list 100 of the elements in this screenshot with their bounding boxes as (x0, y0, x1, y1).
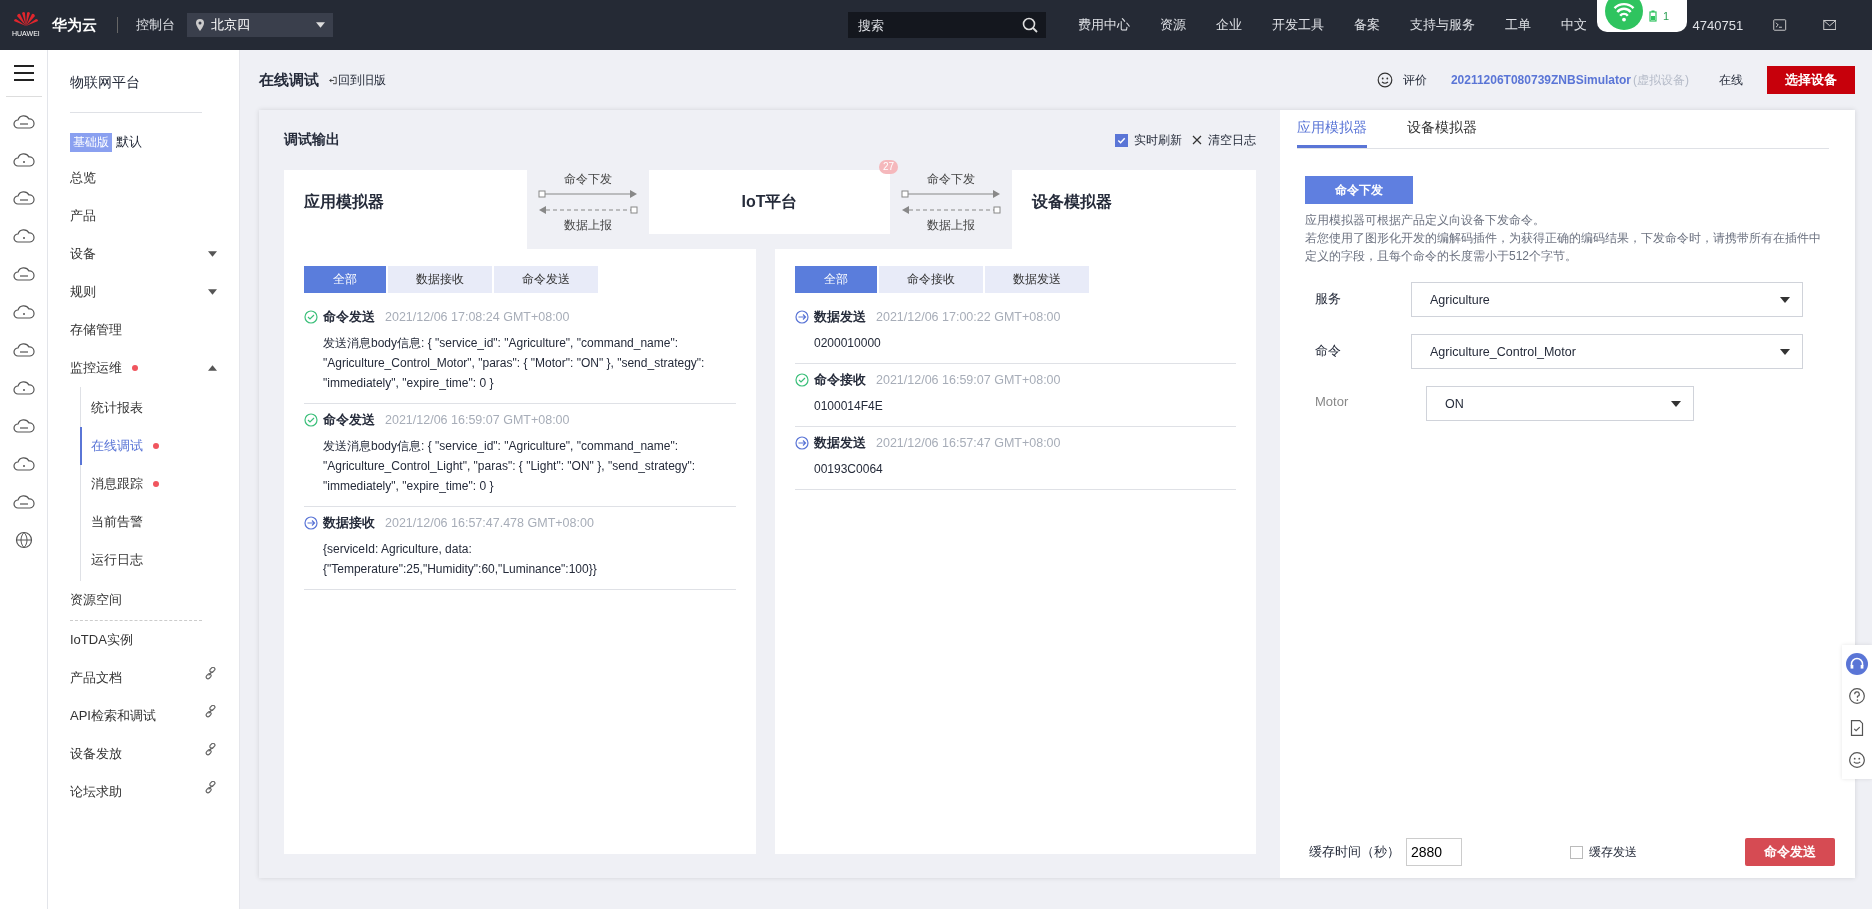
search-field[interactable]: 搜索 (847, 12, 1046, 38)
sidebar-subitem[interactable]: 消息跟踪 (80, 465, 217, 503)
sidebar-item[interactable]: 产品文档 (70, 659, 217, 697)
cloud-icon[interactable] (12, 151, 35, 169)
dropdown[interactable]: Agriculture_Control_Motor (1411, 334, 1803, 369)
clear-log-link[interactable]: 清空日志 (1208, 131, 1256, 149)
sidebar-item[interactable]: 设备 (70, 235, 217, 273)
nav-link[interactable]: 中文 (1560, 16, 1587, 34)
caret-icon (315, 22, 325, 28)
sidebar-item-label: 当前告警 (91, 513, 143, 531)
cloud-icon[interactable] (12, 113, 35, 131)
sidebar-subitem[interactable]: 运行日志 (80, 541, 217, 579)
console-link[interactable]: 控制台 (135, 16, 175, 34)
command-button[interactable]: 命令下发 (1305, 176, 1413, 204)
back-link[interactable]: 回到旧版 (329, 71, 386, 89)
cloud-icon[interactable] (12, 455, 35, 473)
sidebar-item[interactable]: 产品 (70, 197, 217, 235)
sidebar-item-label: 存储管理 (70, 321, 122, 339)
filter-tab[interactable]: 全部 (304, 266, 386, 293)
rate-link[interactable]: 评价 (1402, 71, 1427, 89)
sidebar-item[interactable]: 论坛求助 (70, 773, 217, 811)
sidebar-item[interactable]: API检索和调试 (70, 697, 217, 735)
sidebar-item[interactable]: 规则 (70, 273, 217, 311)
filter-tab[interactable]: 命令接收 (879, 266, 983, 293)
filter-tab[interactable]: 命令发送 (494, 266, 598, 293)
cloud-icon[interactable] (12, 265, 35, 283)
arrow-circle-icon (304, 516, 318, 530)
nav-link[interactable]: 备案 (1353, 16, 1380, 34)
nav-link[interactable]: 工单 (1504, 16, 1531, 34)
close-icon[interactable] (1192, 135, 1202, 145)
caret-icon (208, 251, 217, 257)
dropdown[interactable]: Agriculture (1411, 282, 1803, 317)
nav-link[interactable]: 企业 (1215, 16, 1242, 34)
log-message: 0200010000 (814, 335, 882, 352)
link-label: 数据上报 (927, 217, 975, 234)
nav-link[interactable]: 资源 (1159, 16, 1186, 34)
cloud-icon[interactable] (12, 493, 35, 511)
cloud-icon[interactable] (12, 189, 35, 207)
account-name[interactable]: 4740751 (1692, 17, 1744, 33)
search-icon[interactable] (1021, 17, 1038, 33)
logo-icon[interactable] (13, 10, 39, 28)
device-name[interactable]: 20211206T080739ZNBSimulator (1450, 73, 1631, 87)
platform-node: IoT平台 (649, 170, 890, 234)
sidebar-item-label: 论坛求助 (70, 783, 122, 801)
sidebar-item-label: 设备 (70, 245, 96, 263)
region-select[interactable]: 北京四 (186, 13, 333, 37)
sidebar-subitem[interactable]: 统计报表 (80, 389, 217, 427)
terminal-icon[interactable] (1773, 17, 1787, 33)
headset-icon[interactable] (1846, 653, 1868, 675)
sidebar-title: 物联网平台 (70, 74, 141, 92)
sidebar-item[interactable]: IoTDA实例 (70, 621, 217, 659)
link-label: 数据上报 (564, 217, 612, 234)
log-time: 2021/12/06 16:57:47.478 GMT+08:00 (385, 516, 594, 530)
link-icon (204, 742, 217, 756)
send-command-button[interactable]: 命令发送 (1745, 838, 1835, 866)
menu-icon[interactable] (12, 64, 35, 82)
help-icon[interactable] (1846, 685, 1868, 707)
smiley-icon[interactable] (1846, 749, 1868, 771)
log-time: 2021/12/06 16:59:07 GMT+08:00 (876, 373, 1061, 387)
mail-icon[interactable] (1822, 17, 1836, 33)
sidebar-item[interactable]: 总览 (70, 159, 217, 197)
dropdown[interactable]: ON (1426, 386, 1694, 421)
cloud-icon[interactable] (12, 379, 35, 397)
smiley-icon[interactable] (1376, 72, 1393, 88)
nav-link[interactable]: 支持与服务 (1409, 16, 1475, 34)
field-label: Motor (1315, 393, 1350, 409)
arrow-circle-icon (795, 310, 809, 324)
brand-name[interactable]: 华为云 (52, 15, 97, 35)
log-time: 2021/12/06 17:08:24 GMT+08:00 (385, 310, 570, 324)
sidebar-item[interactable]: 资源空间 (70, 581, 217, 619)
link-icon (204, 780, 217, 794)
sidebar-subitem[interactable]: 在线调试 (80, 427, 217, 465)
checkbox-label: 缓存发送 (1589, 843, 1637, 861)
sidebar-item[interactable]: 设备发放 (70, 735, 217, 773)
field-label: 缓存时间（秒） (1309, 843, 1400, 861)
cloud-icon[interactable] (12, 341, 35, 359)
sidebar-item[interactable]: 存储管理 (70, 311, 217, 349)
select-device-button[interactable]: 选择设备 (1767, 66, 1855, 94)
nav-link[interactable]: 费用中心 (1077, 16, 1130, 34)
input-field[interactable]: 2880 (1406, 838, 1462, 866)
sidebar-subitem[interactable]: 当前告警 (80, 503, 217, 541)
tab[interactable]: 应用模拟器 (1297, 110, 1367, 148)
cloud-icon[interactable] (12, 303, 35, 321)
checkbox[interactable] (1570, 845, 1583, 859)
count-badge: 27 (878, 160, 898, 174)
tab[interactable]: 设备模拟器 (1407, 110, 1477, 148)
caret-icon (1671, 400, 1681, 407)
filter-tab[interactable]: 数据接收 (388, 266, 492, 293)
sidebar-item-label: 规则 (70, 283, 96, 301)
cloud-icon[interactable] (12, 417, 35, 435)
filter-tab[interactable]: 数据发送 (985, 266, 1089, 293)
checkbox[interactable] (1115, 133, 1128, 147)
filter-tab[interactable]: 全部 (795, 266, 877, 293)
log-message: 0100014F4E (814, 398, 884, 415)
sidebar-item-label: 产品文档 (70, 669, 122, 687)
field-label: 命令 (1315, 342, 1342, 360)
nav-link[interactable]: 开发工具 (1271, 16, 1324, 34)
log-message: 发送消息body信息: { "service_id": "Agriculture", "command_name": "Agriculture_Control_Motor", "paras": { "Motor": "ON" }, "send_strategy": "immediately", "expire_time": 0 } (323, 335, 706, 392)
cloud-icon[interactable] (12, 227, 35, 245)
sidebar-item[interactable]: 监控运维 (70, 349, 217, 387)
